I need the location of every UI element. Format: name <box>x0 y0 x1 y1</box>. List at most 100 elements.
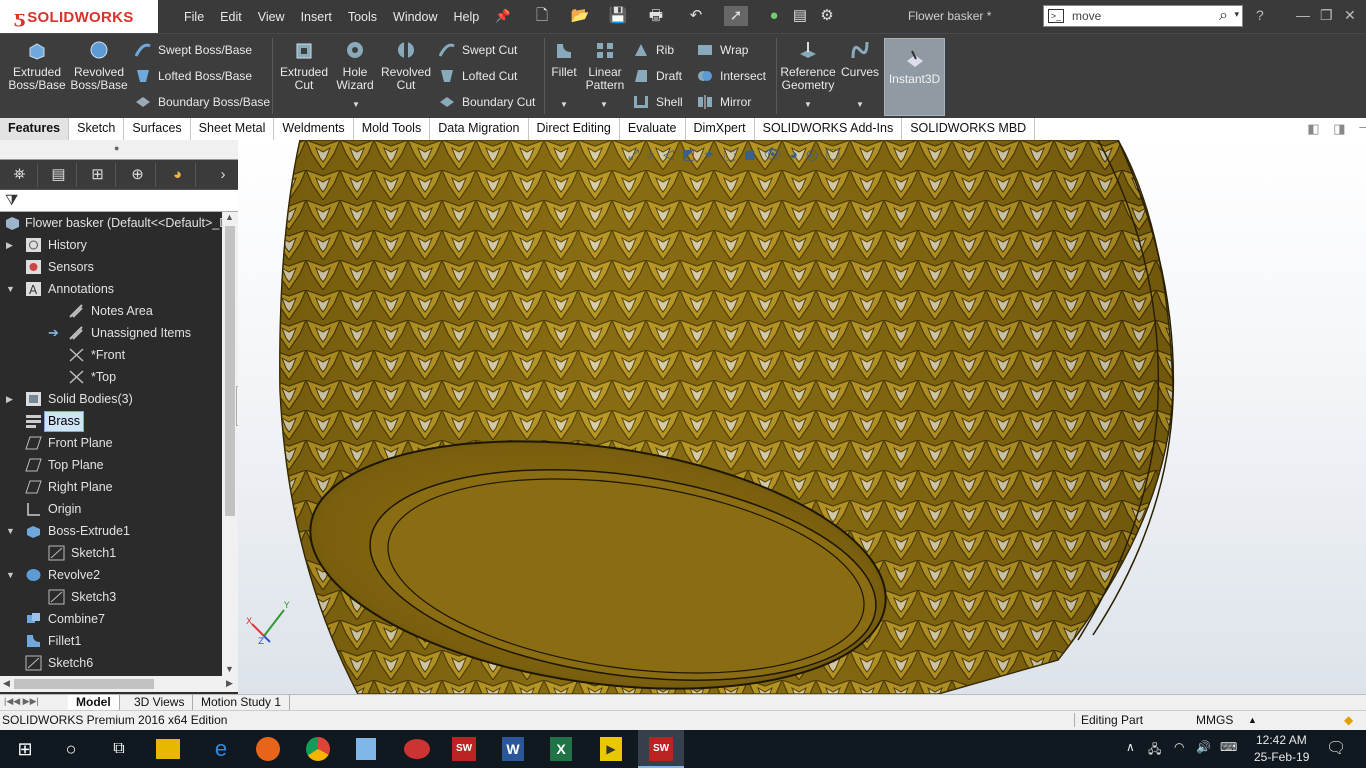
rib-button[interactable]: Rib <box>632 42 674 58</box>
firefox-icon[interactable] <box>256 737 280 761</box>
filter-icon[interactable]: ⧩ <box>5 192 18 209</box>
view-settings-icon[interactable]: 🖵 <box>826 146 840 163</box>
task-view-icon[interactable]: ⧉ <box>104 734 134 764</box>
scroll-right-icon[interactable]: ▶ <box>226 678 233 689</box>
tab-features[interactable]: Features <box>0 118 70 140</box>
revolved-boss-button[interactable]: Revolved Boss/Base <box>70 40 128 92</box>
view-orientation-icon[interactable]: ⬚ <box>723 146 736 163</box>
excel-icon[interactable]: X <box>550 737 572 761</box>
chevron-down-icon[interactable]: ▾ <box>1234 9 1239 20</box>
scrollbar-thumb[interactable] <box>14 679 154 689</box>
solidworks-2016-taskbar-icon[interactable]: SW <box>452 737 476 761</box>
tab-surfaces[interactable]: Surfaces <box>124 118 191 140</box>
tree-filter[interactable]: ⧩ <box>0 190 238 212</box>
scroll-left-icon[interactable]: ◀ <box>3 678 10 689</box>
chrome-icon[interactable] <box>306 737 330 761</box>
hide-show-icon[interactable]: 👁 <box>764 146 782 163</box>
dimxpert-manager-tab-icon[interactable]: ⊕ <box>120 163 156 187</box>
mirror-button[interactable]: Mirror <box>696 94 751 110</box>
menu-tools[interactable]: Tools <box>340 10 385 24</box>
app-icon[interactable] <box>356 738 376 760</box>
chevron-down-icon[interactable]: ▼ <box>560 100 568 109</box>
menu-window[interactable]: Window <box>385 10 445 24</box>
menu-insert[interactable]: Insert <box>293 10 340 24</box>
reference-geometry-button[interactable]: Reference Geometry <box>780 40 836 92</box>
scroll-down-icon[interactable]: ▼ <box>225 664 234 674</box>
tree-horizontal-scrollbar[interactable]: ◀ ▶ <box>0 676 238 692</box>
chevron-down-icon[interactable]: ▼ <box>352 100 360 109</box>
tab-solidworks-add-ins[interactable]: SOLIDWORKS Add-Ins <box>755 118 903 140</box>
network-device-icon[interactable]: 🖧 <box>1148 740 1161 761</box>
linear-pattern-button[interactable]: Linear Pattern <box>584 40 626 92</box>
tab-data-migration[interactable]: Data Migration <box>430 118 529 140</box>
solidworks-active-taskbar-button[interactable]: SW <box>638 730 684 768</box>
menu-edit[interactable]: Edit <box>212 10 250 24</box>
scroll-up-icon[interactable]: ▲ <box>225 212 234 222</box>
fillet-button[interactable]: Fillet <box>548 40 580 79</box>
rebuild-icon[interactable]: ● <box>764 6 784 26</box>
chevron-down-icon[interactable]: ▼ <box>600 100 608 109</box>
boundary-boss-button[interactable]: Boundary Boss/Base <box>134 94 270 110</box>
clock-time[interactable]: 12:42 AM <box>1256 733 1307 747</box>
restore-button[interactable]: ❐ <box>1320 7 1333 24</box>
wifi-icon[interactable]: ◠ <box>1174 740 1184 754</box>
feature-manager-tab-icon[interactable]: ⛯ <box>2 163 38 187</box>
intersect-button[interactable]: Intersect <box>696 68 766 84</box>
word-icon[interactable]: W <box>502 737 524 761</box>
options-gear-icon[interactable]: ⚙ <box>815 6 839 26</box>
minimize-button[interactable]: — <box>1296 7 1310 23</box>
swept-cut-button[interactable]: Swept Cut <box>438 42 517 58</box>
panel-grip-icon[interactable]: ● <box>114 143 119 153</box>
volume-icon[interactable]: 🔊 <box>1196 740 1211 754</box>
expand-arrow-icon[interactable]: ▶ <box>6 234 16 256</box>
display-manager-tab-icon[interactable]: ◕ <box>160 163 196 187</box>
tab-mold-tools[interactable]: Mold Tools <box>354 118 431 140</box>
graphics-area[interactable]: ⤢ ⌕ ◁ ◩ ✦ ⬚ ◼ 👁 ◕ ◎ 🖵 Y X Z <box>238 140 1366 694</box>
tab-evaluate[interactable]: Evaluate <box>620 118 686 140</box>
tab-model[interactable]: Model <box>68 695 120 710</box>
property-manager-tab-icon[interactable]: ▤ <box>41 163 77 187</box>
pin-icon[interactable]: 📌 <box>487 9 519 24</box>
basket-model[interactable] <box>238 140 1366 694</box>
tile-left-icon[interactable]: ◧ <box>1307 121 1319 137</box>
chevron-right-icon[interactable]: › <box>212 163 234 187</box>
help-icon[interactable]: ? <box>1256 7 1264 23</box>
apply-scene-icon[interactable]: ◎ <box>806 146 818 163</box>
section-view-icon[interactable]: ◩ <box>682 146 695 163</box>
cortana-search-icon[interactable]: ○ <box>56 734 86 764</box>
notifications-icon[interactable]: 🗨 <box>1326 738 1346 758</box>
scrollbar-thumb[interactable] <box>225 226 235 516</box>
expand-arrow-icon[interactable]: ▶ <box>6 388 16 410</box>
menu-file[interactable]: File <box>176 10 212 24</box>
tile-right-icon[interactable]: ◨ <box>1333 121 1345 137</box>
extruded-cut-button[interactable]: Extruded Cut <box>278 40 330 92</box>
extruded-boss-button[interactable]: Extruded Boss/Base <box>8 40 66 92</box>
search-box[interactable]: >_ move ⌕ ▾ <box>1043 5 1243 27</box>
tab-solidworks-mbd[interactable]: SOLIDWORKS MBD <box>902 118 1036 140</box>
open-icon[interactable]: 📂 <box>566 6 594 26</box>
lofted-boss-button[interactable]: Lofted Boss/Base <box>134 68 252 84</box>
print-icon[interactable]: 🖶 <box>644 6 668 26</box>
tooltip-icon[interactable]: ◆ <box>1344 713 1353 727</box>
chevron-down-icon[interactable]: ▼ <box>804 100 812 109</box>
collapse-arrow-icon[interactable]: ▼ <box>6 564 16 586</box>
new-document-icon[interactable]: 🗋 <box>530 6 554 26</box>
solidworks-logo[interactable]: ƽ SOLIDWORKS <box>0 0 158 33</box>
clock-date[interactable]: 25-Feb-19 <box>1254 750 1309 764</box>
close-button[interactable]: ✕ <box>1344 7 1356 24</box>
collapse-arrow-icon[interactable]: ▼ <box>6 278 16 300</box>
tab-sheet-metal[interactable]: Sheet Metal <box>191 118 275 140</box>
chevron-down-icon[interactable]: ▼ <box>856 100 864 109</box>
dynamic-annotation-icon[interactable]: ✦ <box>703 146 715 163</box>
tree-vertical-scrollbar[interactable]: ▲ ▼ <box>222 212 238 676</box>
doc-minimize-button[interactable]: — <box>1359 119 1366 134</box>
zoom-to-fit-icon[interactable]: ⤢ <box>628 146 639 163</box>
menu-view[interactable]: View <box>250 10 293 24</box>
file-properties-icon[interactable]: ▤ <box>790 6 810 26</box>
tab-direct-editing[interactable]: Direct Editing <box>529 118 620 140</box>
tab-motion-study-1[interactable]: Motion Study 1 <box>193 695 291 710</box>
status-units[interactable]: MMGS <box>1196 713 1233 727</box>
keyboard-icon[interactable]: ⌨ <box>1220 740 1237 754</box>
collapse-arrow-icon[interactable]: ▼ <box>6 520 16 542</box>
edit-appearance-icon[interactable]: ◕ <box>789 146 797 163</box>
